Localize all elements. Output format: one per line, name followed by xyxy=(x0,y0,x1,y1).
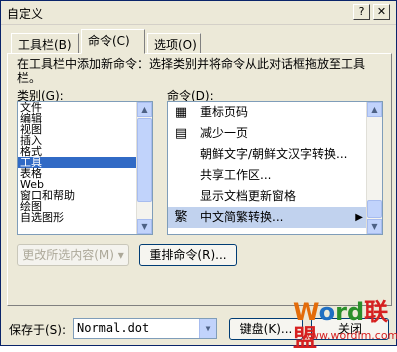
customize-dialog: 自定义 ? ✕ 工具栏(B) 命令(C) 选项(O) 在工具栏中添加新命令：选择… xyxy=(0,0,397,351)
command-item-hangul-hanja[interactable]: 朝鲜文字/朝鲜文汉字转换... xyxy=(168,144,367,165)
traditional-char-icon: 繁 xyxy=(174,210,188,225)
tab-options[interactable]: 选项(O) xyxy=(147,33,201,53)
command-label: 朝鲜文字/朝鲜文汉字转换... xyxy=(200,147,348,161)
renumber-page-icon: ▦ xyxy=(174,105,188,120)
keyboard-button[interactable]: 键盘(K)... xyxy=(229,318,303,340)
scroll-down-icon[interactable]: ▼ xyxy=(137,219,152,234)
rearrange-commands-button[interactable]: 重排命令(R)... xyxy=(139,244,237,266)
watermark-logo: Word联盟 xyxy=(293,299,396,351)
categories-list: 文件 编辑 视图 插入 格式 工具 表格 Web 窗口和帮助 绘图 自选图形 xyxy=(18,102,152,223)
command-item-shrink-one-page[interactable]: ▤ 减少一页 xyxy=(168,123,367,144)
help-icon: ? xyxy=(358,5,365,18)
instructions-text: 在工具栏中添加新命令：选择类别并将命令从此对话框拖放至工具栏。 xyxy=(17,57,366,85)
command-label: 重标页码 xyxy=(200,105,249,119)
tab-toolbars[interactable]: 工具栏(B) xyxy=(11,33,79,53)
command-label: 共享工作区... xyxy=(200,168,272,182)
shrink-one-page-icon: ▤ xyxy=(174,126,188,141)
title-bar: 自定义 ? ✕ xyxy=(1,1,396,25)
categories-listbox[interactable]: 文件 编辑 视图 插入 格式 工具 表格 Web 窗口和帮助 绘图 自选图形 ▲… xyxy=(17,101,153,235)
help-button[interactable]: ? xyxy=(353,4,370,20)
watermark-url: www.wordlm.com xyxy=(301,329,397,342)
close-icon: ✕ xyxy=(376,5,387,18)
tab-strip: 工具栏(B) 命令(C) 选项(O) xyxy=(7,29,387,54)
scroll-thumb[interactable] xyxy=(137,118,152,202)
watermark-letter: rd xyxy=(335,298,365,326)
save-in-value: Normal.dot xyxy=(77,321,150,335)
command-item-shared-workspace[interactable]: 共享工作区... xyxy=(168,165,367,186)
tab-commands[interactable]: 命令(C) xyxy=(81,29,145,54)
window-title: 自定义 xyxy=(7,7,44,21)
close-window-button[interactable]: ✕ xyxy=(373,4,390,20)
command-item-renumber-pages[interactable]: ▦ 重标页码 xyxy=(168,102,367,123)
command-item-chinese-conversion[interactable]: 繁 中文简繁转换... ▶ xyxy=(168,207,367,228)
scroll-up-icon[interactable]: ▲ xyxy=(137,102,152,117)
save-in-select[interactable]: Normal.dot ▼ xyxy=(73,318,217,339)
scroll-down-icon[interactable]: ▼ xyxy=(367,219,382,234)
watermark-letter: W xyxy=(293,298,319,326)
category-item-autoshapes[interactable]: 自选图形 xyxy=(18,212,152,223)
command-label: 中文简繁转换... xyxy=(200,210,284,224)
scroll-thumb[interactable] xyxy=(367,200,382,218)
scroll-up-icon[interactable]: ▲ xyxy=(367,102,382,117)
commands-list: ▦ 重标页码 ▤ 减少一页 朝鲜文字/朝鲜文汉字转换... 共享工作区... 显… xyxy=(168,102,367,228)
commands-scrollbar[interactable]: ▲ ▼ xyxy=(366,102,382,234)
command-label: 减少一页 xyxy=(200,126,249,140)
modify-selection-button[interactable]: 更改所选内容(M) ▾ xyxy=(17,244,129,266)
command-label: 显示文档更新窗格 xyxy=(200,189,297,203)
watermark-letter: o xyxy=(318,298,336,326)
commands-listbox[interactable]: ▦ 重标页码 ▤ 减少一页 朝鲜文字/朝鲜文汉字转换... 共享工作区... 显… xyxy=(167,101,383,235)
command-item-document-updates[interactable]: 显示文档更新窗格 xyxy=(168,186,367,207)
submenu-arrow-icon: ▶ xyxy=(355,212,363,223)
chevron-down-icon[interactable]: ▼ xyxy=(199,319,216,338)
save-in-label: 保存于(S): xyxy=(9,323,67,337)
categories-scrollbar[interactable]: ▲ ▼ xyxy=(136,102,152,234)
